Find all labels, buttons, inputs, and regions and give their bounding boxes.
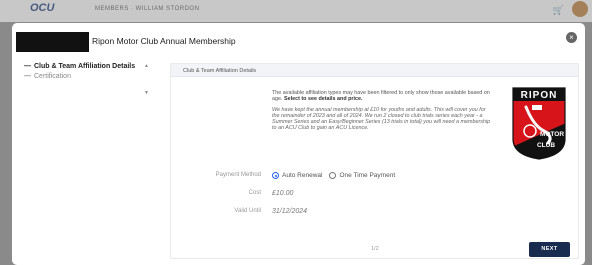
background-logo: OCU (30, 2, 55, 14)
cost-value: £10.00 (272, 190, 294, 197)
info-intro-bold: Select to see details and price. (284, 96, 363, 103)
sidebar-item-certification[interactable]: — Certification (24, 73, 158, 81)
payment-method-options: Auto Renewal One Time Payment (272, 172, 402, 179)
avatar (572, 1, 588, 17)
step-sidebar: — Club & Team Affiliation Details — Cert… (24, 63, 158, 121)
radio-one-time[interactable] (329, 172, 337, 179)
membership-dialog: Ripon Motor Club Annual Membership × — C… (12, 23, 585, 265)
close-button[interactable]: × (566, 32, 577, 43)
valid-until-label: Valid Until (234, 208, 261, 214)
dash-icon: — (24, 63, 31, 70)
affiliation-panel: Club & Team Affiliation Details The avai… (170, 63, 579, 259)
background-header: OCU MEMBERS · WILLIAM STORDON 🛒 (0, 0, 592, 22)
valid-until-value: 31/12/2024 (272, 208, 308, 215)
payment-option-auto-renewal[interactable]: Auto Renewal (272, 172, 322, 179)
logo-bottom-text: CLUB (537, 142, 555, 149)
info-detail: We have kept the annual membership at £1… (272, 106, 491, 132)
valid-until-row: Valid Until 31/12/2024 (171, 208, 580, 218)
option-label: Auto Renewal (282, 172, 323, 179)
logo-mid-text: MOTOR (540, 131, 564, 138)
next-button[interactable]: NEXT (529, 242, 570, 257)
radio-auto-renewal[interactable] (272, 172, 279, 179)
dialog-title: Ripon Motor Club Annual Membership (92, 36, 236, 46)
scroll-up-icon[interactable]: ▲ (144, 63, 149, 69)
sidebar-item-label: Club & Team Affiliation Details (34, 63, 136, 70)
redacted-logo (16, 32, 89, 52)
background-members-label: MEMBERS · WILLIAM STORDON (95, 6, 200, 12)
cart-icon: 🛒 (552, 5, 564, 15)
scroll-down-icon[interactable]: ▼ (144, 90, 149, 96)
sidebar-item-affiliation[interactable]: — Club & Team Affiliation Details (24, 63, 158, 71)
info-intro: The available affiliation types may have… (272, 90, 490, 103)
logo-top-text: RIPON (521, 90, 558, 101)
payment-method-label: Payment Method (215, 172, 261, 178)
sidebar-item-label: Certification (34, 72, 71, 80)
panel-header: Club & Team Affiliation Details (171, 64, 578, 77)
dialog-header: Ripon Motor Club Annual Membership × (12, 23, 585, 59)
cost-row: Cost £10.00 (171, 190, 580, 200)
option-label: One Time Payment (339, 172, 396, 179)
payment-option-one-time[interactable]: One Time Payment (329, 172, 395, 179)
page-indicator: 1/2 (371, 246, 379, 252)
ripon-motor-club-logo: RIPON MOTOR CLUB (512, 87, 566, 160)
cost-label: Cost (248, 190, 261, 196)
payment-method-row: Payment Method Auto Renewal One Time Pay… (171, 172, 580, 182)
sidebar-scrollbar[interactable]: ▲ ▼ (144, 63, 149, 97)
info-text: The available affiliation types may have… (272, 90, 494, 136)
dash-icon: — (24, 72, 31, 80)
